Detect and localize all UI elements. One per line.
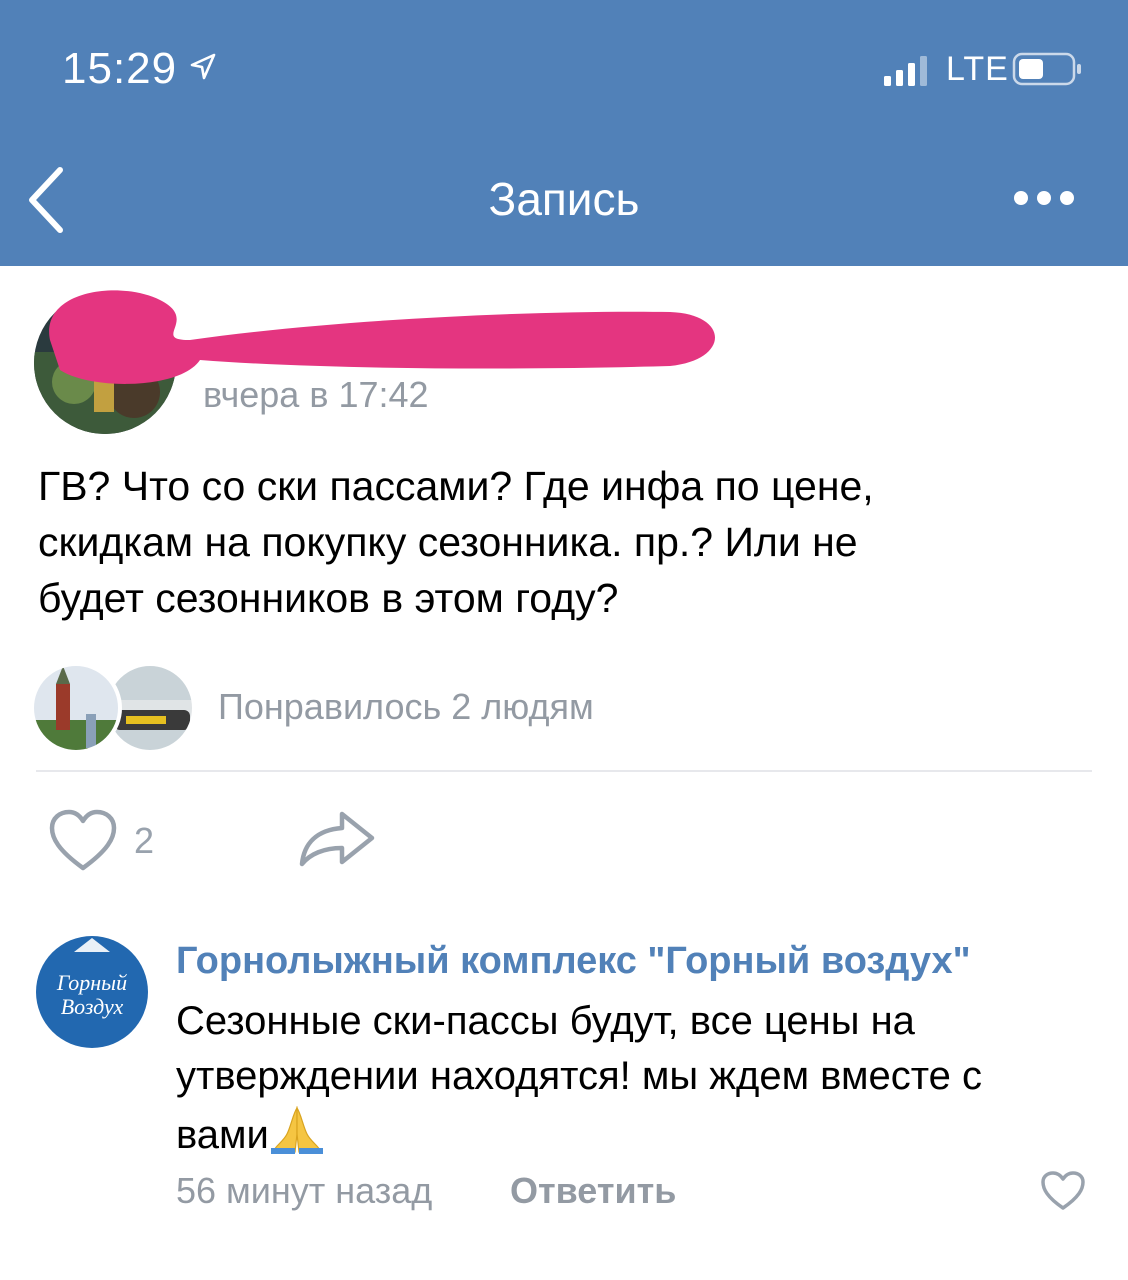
comment-text-word: вами (176, 1113, 269, 1157)
post-timestamp: вчера в 17:42 (203, 374, 429, 415)
post-text-line: будет сезонников в этом году? (38, 575, 619, 621)
network-type: LTE (946, 50, 1009, 88)
post-text: ГВ? Что со ски пассами? Где инфа по цене… (38, 458, 1098, 626)
liked-by-text[interactable]: Понравилось 2 людям (218, 686, 594, 728)
post-text-line: скидкам на покупку сезонника. пр.? Или н… (38, 519, 858, 565)
liker-avatar-1 (30, 662, 122, 754)
liker-avatars[interactable] (30, 660, 200, 756)
comment-text-line: утверждении находятся! мы ждем вместе с (176, 1054, 982, 1098)
avatar-logo-line-1: Горный (56, 970, 127, 995)
comment-text-line: Сезонные ски-пассы будут, все цены на (176, 999, 915, 1043)
post-text-line: ГВ? Что со ски пассами? Где инфа по цене… (38, 463, 874, 509)
comment-author-avatar[interactable]: Горный Воздух (34, 934, 150, 1050)
location-arrow-icon (190, 53, 216, 80)
reply-button[interactable]: Ответить (510, 1170, 676, 1212)
avatar-logo-line-2: Воздух (61, 994, 124, 1019)
folded-hands-emoji-icon (270, 1106, 323, 1154)
divider (36, 770, 1092, 772)
comment-author-name[interactable]: Горнолыжный комплекс "Горный воздух" (176, 940, 971, 983)
like-heart-icon[interactable] (48, 808, 118, 874)
comment-timestamp: 56 минут назад (176, 1170, 433, 1211)
like-count: 2 (134, 820, 155, 861)
header-bar: 15:29 LTE Запись (0, 0, 1128, 266)
status-time: 15:29 (62, 44, 178, 93)
comment-text: Сезонные ски-пассы будут, все цены на ут… (176, 994, 1096, 1163)
page-title: Запись (488, 173, 640, 225)
comment-like-heart-icon[interactable] (1040, 1170, 1086, 1212)
more-options-icon[interactable] (1012, 186, 1076, 210)
share-arrow-icon[interactable] (296, 808, 378, 870)
battery-icon (1012, 52, 1081, 86)
signal-strength-icon (884, 56, 927, 86)
comment-text-line-last: вами (176, 1104, 1096, 1163)
